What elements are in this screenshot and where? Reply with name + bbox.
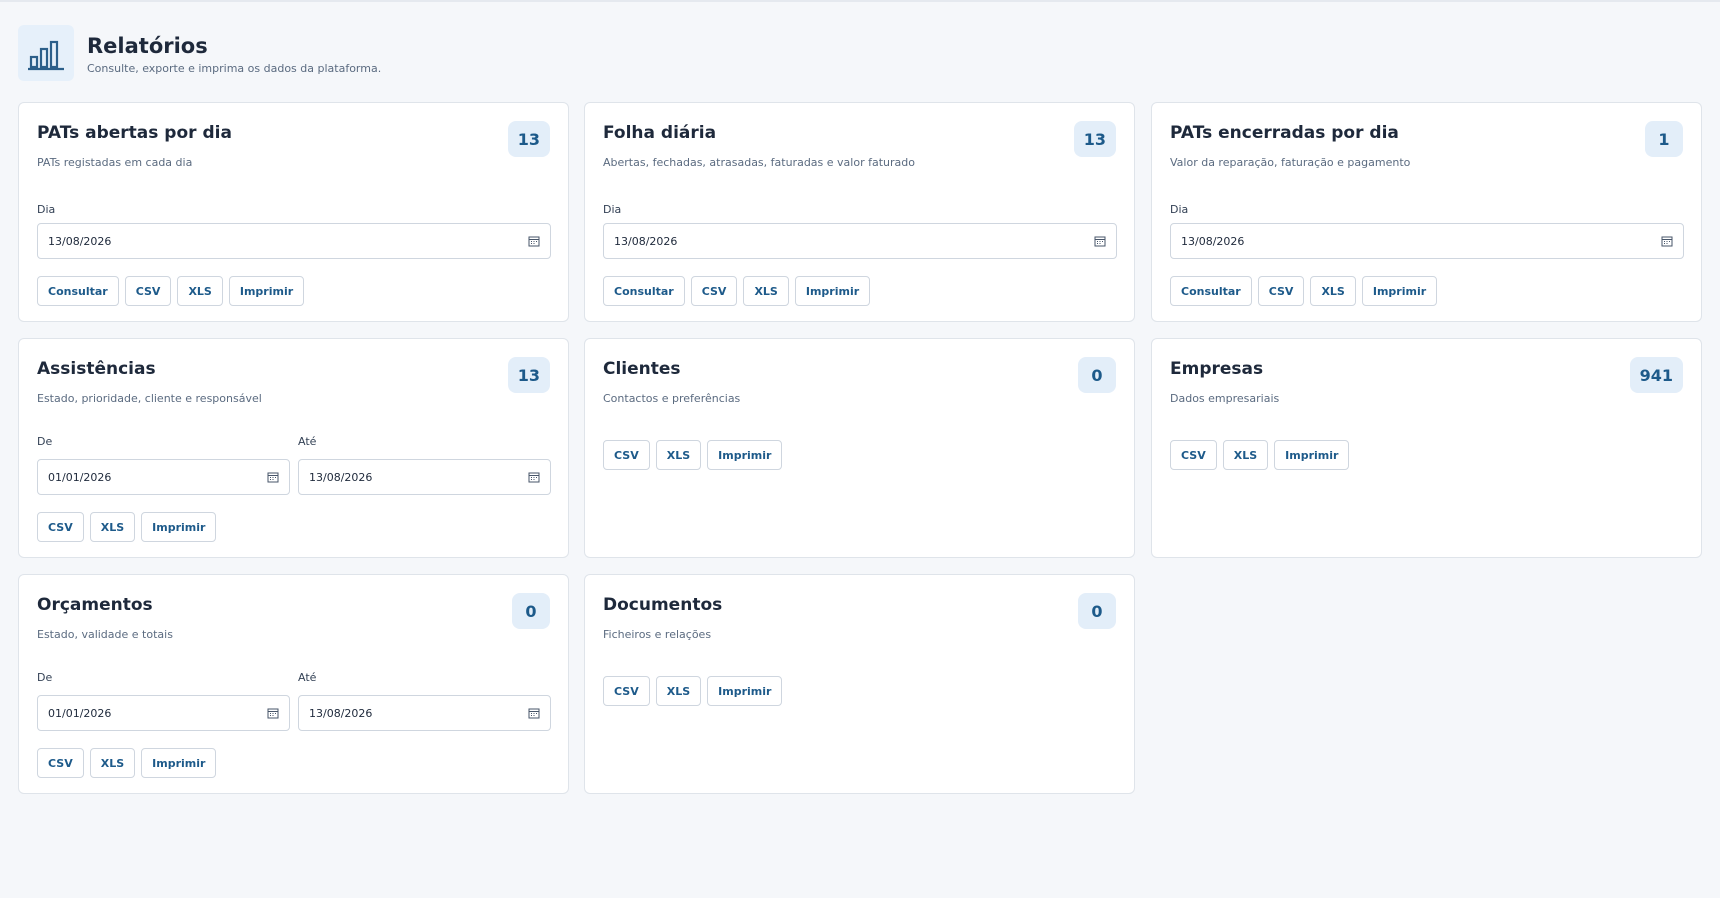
- field-label-dia: Dia: [603, 203, 622, 216]
- count-badge: 13: [507, 121, 550, 157]
- card-pats-abertas: PATs abertas por dia PATs registadas em …: [18, 102, 569, 322]
- date-input-dia[interactable]: 13/08/2026: [1170, 223, 1684, 259]
- field-label-dia: Dia: [37, 203, 56, 216]
- xls-button[interactable]: XLS: [89, 512, 136, 542]
- date-value: 13/08/2026: [1181, 234, 1245, 248]
- date-value: 13/08/2026: [309, 470, 373, 484]
- card-clientes: Clientes Contactos e preferências 0 CSV …: [584, 338, 1135, 558]
- card-description: Valor da reparação, faturação e pagament…: [1170, 156, 1411, 169]
- card-orcamentos: Orçamentos Estado, validade e totais 0 D…: [18, 574, 569, 794]
- card-description: Estado, prioridade, cliente e responsáve…: [37, 392, 262, 405]
- imprimir-button[interactable]: Imprimir: [1274, 440, 1350, 470]
- count-badge: 0: [512, 593, 550, 629]
- xls-button[interactable]: XLS: [1222, 440, 1269, 470]
- xls-button[interactable]: XLS: [655, 676, 702, 706]
- count-badge: 13: [507, 357, 550, 393]
- imprimir-button[interactable]: Imprimir: [794, 276, 871, 306]
- count-badge: 1: [1645, 121, 1683, 157]
- card-folha-diaria: Folha diária Abertas, fechadas, atrasada…: [584, 102, 1135, 322]
- xls-button[interactable]: XLS: [743, 276, 789, 306]
- card-assistencias: Assistências Estado, prioridade, cliente…: [18, 338, 569, 558]
- calendar-icon[interactable]: [528, 707, 540, 719]
- card-title: Empresas: [1170, 359, 1264, 379]
- date-input-dia[interactable]: 13/08/2026: [603, 223, 1117, 259]
- page-header: Relatórios Consulte, exporte e imprima o…: [18, 25, 381, 83]
- card-description: Ficheiros e relações: [603, 628, 712, 641]
- xls-button[interactable]: XLS: [655, 440, 702, 470]
- csv-button[interactable]: CSV: [37, 512, 84, 542]
- action-buttons: CSV XLS Imprimir: [603, 440, 783, 470]
- calendar-icon[interactable]: [267, 471, 279, 483]
- card-title: Assistências: [37, 359, 156, 379]
- action-buttons: CSV XLS Imprimir: [37, 748, 217, 778]
- action-buttons: Consultar CSV XLS Imprimir: [603, 276, 871, 306]
- count-badge: 13: [1073, 121, 1116, 157]
- card-title: PATs abertas por dia: [37, 123, 232, 143]
- field-label-ate: Até: [298, 435, 317, 448]
- count-badge: 941: [1629, 357, 1683, 393]
- date-value: 01/01/2026: [48, 470, 112, 484]
- date-value: 01/01/2026: [48, 706, 112, 720]
- calendar-icon[interactable]: [1094, 235, 1106, 247]
- card-title: Orçamentos: [37, 595, 153, 615]
- calendar-icon[interactable]: [528, 471, 540, 483]
- xls-button[interactable]: XLS: [1310, 276, 1356, 306]
- card-description: PATs registadas em cada dia: [37, 156, 193, 169]
- csv-button[interactable]: CSV: [603, 440, 650, 470]
- csv-button[interactable]: CSV: [37, 748, 84, 778]
- page-subtitle: Consulte, exporte e imprima os dados da …: [87, 62, 382, 75]
- card-title: Documentos: [603, 595, 723, 615]
- action-buttons: CSV XLS Imprimir: [1170, 440, 1350, 470]
- card-title: Clientes: [603, 359, 681, 379]
- csv-button[interactable]: CSV: [1170, 440, 1217, 470]
- field-label-de: De: [37, 435, 53, 448]
- field-label-dia: Dia: [1170, 203, 1189, 216]
- action-buttons: Consultar CSV XLS Imprimir: [1170, 276, 1438, 306]
- consultar-button[interactable]: Consultar: [603, 276, 685, 306]
- card-documentos: Documentos Ficheiros e relações 0 CSV XL…: [584, 574, 1135, 794]
- consultar-button[interactable]: Consultar: [37, 276, 119, 306]
- bar-chart-icon: [18, 25, 74, 81]
- card-description: Estado, validade e totais: [37, 628, 173, 641]
- count-badge: 0: [1078, 357, 1116, 393]
- date-input-de[interactable]: 01/01/2026: [37, 695, 290, 731]
- calendar-icon[interactable]: [267, 707, 279, 719]
- action-buttons: Consultar CSV XLS Imprimir: [37, 276, 305, 306]
- card-description: Abertas, fechadas, atrasadas, faturadas …: [603, 156, 915, 169]
- imprimir-button[interactable]: Imprimir: [141, 512, 217, 542]
- count-badge: 0: [1078, 593, 1116, 629]
- csv-button[interactable]: CSV: [1257, 276, 1305, 306]
- xls-button[interactable]: XLS: [177, 276, 223, 306]
- consultar-button[interactable]: Consultar: [1170, 276, 1252, 306]
- card-description: Dados empresariais: [1170, 392, 1280, 405]
- imprimir-button[interactable]: Imprimir: [228, 276, 305, 306]
- date-value: 13/08/2026: [309, 706, 373, 720]
- card-empresas: Empresas Dados empresariais 941 CSV XLS …: [1151, 338, 1702, 558]
- card-description: Contactos e preferências: [603, 392, 741, 405]
- csv-button[interactable]: CSV: [690, 276, 738, 306]
- csv-button[interactable]: CSV: [124, 276, 172, 306]
- date-value: 13/08/2026: [48, 234, 112, 248]
- page-title: Relatórios: [87, 34, 208, 58]
- xls-button[interactable]: XLS: [89, 748, 136, 778]
- imprimir-button[interactable]: Imprimir: [707, 440, 783, 470]
- date-input-de[interactable]: 01/01/2026: [37, 459, 290, 495]
- card-pats-encerradas: PATs encerradas por dia Valor da reparaç…: [1151, 102, 1702, 322]
- card-title: Folha diária: [603, 123, 717, 143]
- calendar-icon[interactable]: [1661, 235, 1673, 247]
- action-buttons: CSV XLS Imprimir: [603, 676, 783, 706]
- date-input-ate[interactable]: 13/08/2026: [298, 695, 551, 731]
- field-label-de: De: [37, 671, 53, 684]
- imprimir-button[interactable]: Imprimir: [141, 748, 217, 778]
- field-label-ate: Até: [298, 671, 317, 684]
- date-input-dia[interactable]: 13/08/2026: [37, 223, 551, 259]
- card-title: PATs encerradas por dia: [1170, 123, 1399, 143]
- csv-button[interactable]: CSV: [603, 676, 650, 706]
- imprimir-button[interactable]: Imprimir: [707, 676, 783, 706]
- date-input-ate[interactable]: 13/08/2026: [298, 459, 551, 495]
- calendar-icon[interactable]: [528, 235, 540, 247]
- date-value: 13/08/2026: [614, 234, 678, 248]
- imprimir-button[interactable]: Imprimir: [1361, 276, 1438, 306]
- action-buttons: CSV XLS Imprimir: [37, 512, 217, 542]
